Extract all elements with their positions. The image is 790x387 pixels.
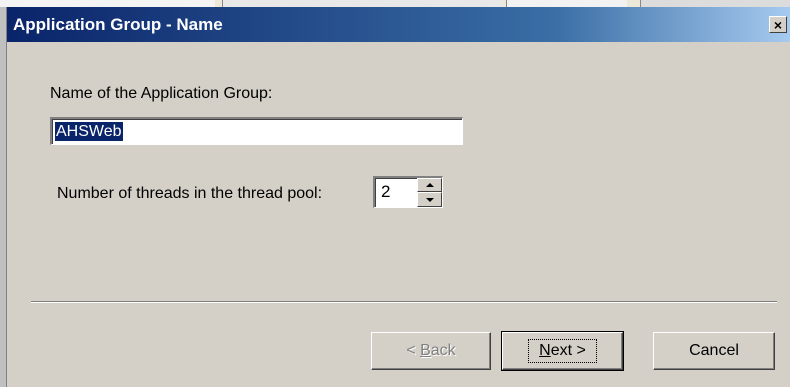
back-button-rest: ack	[430, 342, 456, 359]
title-bar[interactable]: Application Group - Name ×	[7, 7, 790, 42]
background-window-strip	[0, 0, 790, 7]
background-segment	[640, 0, 790, 7]
thread-count-value[interactable]: 2	[381, 182, 390, 202]
next-button-mnemonic: N	[539, 342, 551, 359]
thread-count-spinner[interactable]: 2	[373, 176, 443, 208]
close-button[interactable]: ×	[769, 16, 787, 33]
back-button-prefix: <	[406, 342, 421, 359]
cancel-button[interactable]: Cancel	[653, 332, 775, 370]
dialog-body: Name of the Application Group: AHSWeb Nu…	[7, 42, 790, 387]
spinner-up-button[interactable]	[417, 178, 442, 192]
next-button-rest: ext >	[550, 342, 586, 359]
background-segment	[222, 0, 503, 7]
separator-line	[31, 301, 777, 303]
next-button[interactable]: Next >	[501, 331, 624, 371]
triangle-up-icon	[425, 183, 434, 187]
spinner-down-button[interactable]	[417, 192, 442, 207]
background-segment	[0, 0, 215, 7]
next-button-focus: Next >	[528, 339, 597, 363]
back-button-mnemonic: B	[420, 342, 431, 359]
window-left-frame	[0, 7, 7, 387]
window-title: Application Group - Name	[13, 15, 223, 34]
close-icon: ×	[773, 16, 783, 33]
spinner-arrows	[417, 178, 442, 207]
threads-field-label: Number of threads in the thread pool:	[57, 185, 323, 202]
background-segment	[506, 0, 627, 7]
application-group-name-input[interactable]: AHSWeb	[50, 117, 463, 145]
back-button[interactable]: < Back	[371, 332, 491, 370]
dialog-window: Application Group - Name × Name of the A…	[0, 0, 790, 387]
name-input-value: AHSWeb	[54, 121, 124, 142]
name-field-label: Name of the Application Group:	[50, 85, 273, 102]
triangle-down-icon	[425, 197, 434, 202]
